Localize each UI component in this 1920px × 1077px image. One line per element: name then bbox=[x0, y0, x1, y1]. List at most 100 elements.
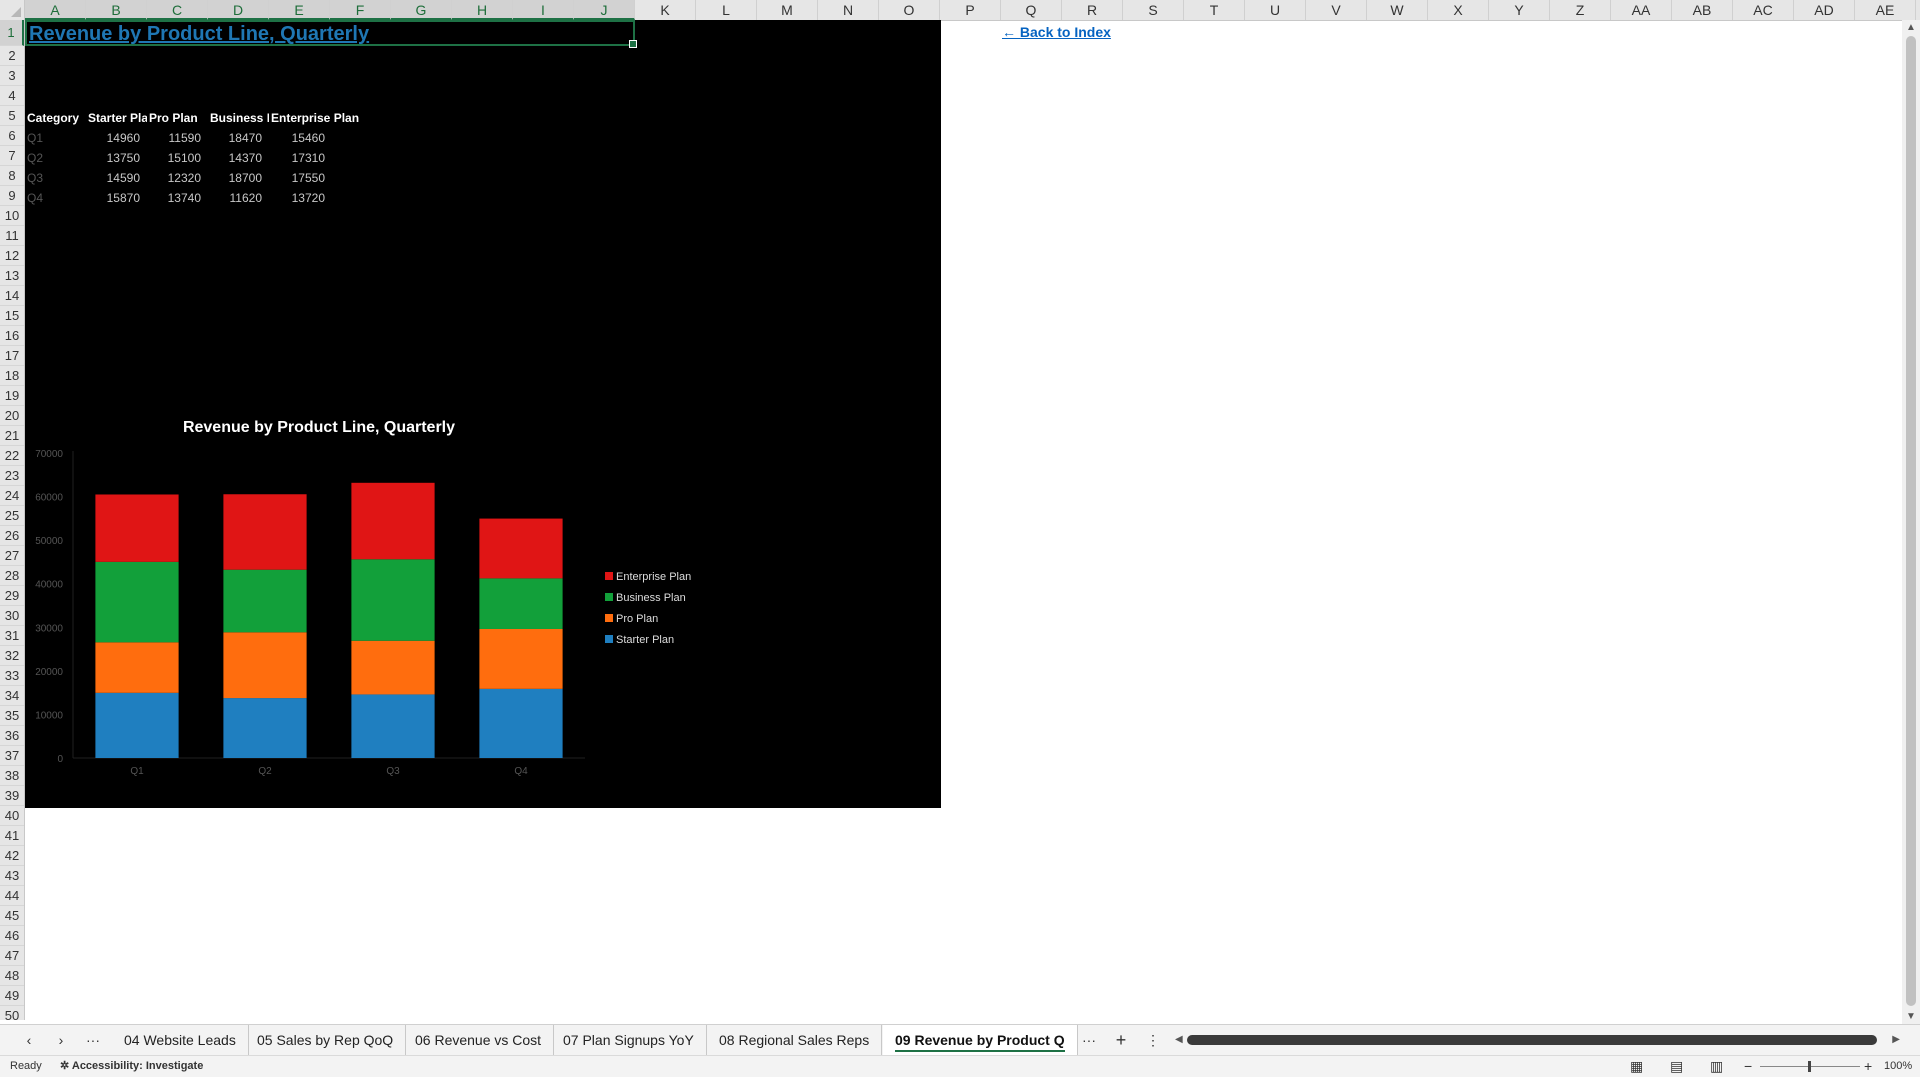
column-header[interactable]: Y bbox=[1489, 0, 1550, 20]
scroll-left-icon[interactable]: ◀ bbox=[1175, 1034, 1183, 1045]
column-header[interactable]: O bbox=[879, 0, 940, 20]
normal-view-icon[interactable]: ▦ bbox=[1630, 1056, 1643, 1077]
row-header[interactable]: 28 bbox=[0, 566, 24, 586]
column-header[interactable]: P bbox=[940, 0, 1001, 20]
row-header[interactable]: 15 bbox=[0, 306, 24, 326]
sheet-tab[interactable]: 04 Website Leads bbox=[112, 1025, 249, 1055]
select-all-corner[interactable] bbox=[0, 0, 25, 20]
row-header[interactable]: 20 bbox=[0, 406, 24, 426]
table-value-cell[interactable]: 13740 bbox=[147, 188, 201, 208]
selected-title-cell[interactable]: Revenue by Product Line, Quarterly bbox=[25, 20, 637, 48]
row-header[interactable]: 30 bbox=[0, 606, 24, 626]
column-header[interactable]: H bbox=[452, 0, 513, 20]
table-value-cell[interactable]: 14590 bbox=[86, 168, 140, 188]
row-header[interactable]: 46 bbox=[0, 926, 24, 946]
horizontal-scrollbar[interactable]: ◀ ▶ bbox=[1175, 1033, 1900, 1047]
row-header[interactable]: 8 bbox=[0, 166, 24, 186]
row-header[interactable]: 21 bbox=[0, 426, 24, 446]
column-header[interactable]: S bbox=[1123, 0, 1184, 20]
row-header[interactable]: 26 bbox=[0, 526, 24, 546]
scroll-up-icon[interactable]: ▲ bbox=[1906, 22, 1916, 33]
row-header[interactable]: 1 bbox=[0, 20, 24, 46]
row-header[interactable]: 50 bbox=[0, 1006, 24, 1020]
column-header[interactable]: F bbox=[330, 0, 391, 20]
column-header[interactable]: L bbox=[696, 0, 757, 20]
row-header[interactable]: 14 bbox=[0, 286, 24, 306]
column-header[interactable]: Z bbox=[1550, 0, 1611, 20]
row-header[interactable]: 34 bbox=[0, 686, 24, 706]
table-value-cell[interactable]: 14370 bbox=[208, 148, 262, 168]
row-header[interactable]: 9 bbox=[0, 186, 24, 206]
column-header[interactable]: AC bbox=[1733, 0, 1794, 20]
zoom-out-icon[interactable]: − bbox=[1744, 1056, 1752, 1077]
sheet-tab[interactable]: 07 Plan Signups YoY bbox=[551, 1025, 707, 1055]
column-header[interactable]: J bbox=[574, 0, 635, 20]
sheet-tab[interactable]: 06 Revenue vs Cost bbox=[403, 1025, 555, 1055]
page-break-icon[interactable]: ▥ bbox=[1710, 1056, 1723, 1077]
row-header[interactable]: 23 bbox=[0, 466, 24, 486]
table-value-cell[interactable]: 17550 bbox=[269, 168, 325, 188]
column-header[interactable]: AD bbox=[1794, 0, 1855, 20]
sheet-tab[interactable]: 09 Revenue by Product Q bbox=[883, 1025, 1078, 1055]
column-header[interactable]: W bbox=[1367, 0, 1428, 20]
row-header[interactable]: 42 bbox=[0, 846, 24, 866]
table-value-cell[interactable]: 18470 bbox=[208, 128, 262, 148]
add-sheet-button[interactable]: + bbox=[1108, 1025, 1134, 1055]
row-header[interactable]: 37 bbox=[0, 746, 24, 766]
next-sheet-icon[interactable]: › bbox=[48, 1025, 74, 1055]
column-header[interactable]: AE bbox=[1855, 0, 1916, 20]
row-header[interactable]: 49 bbox=[0, 986, 24, 1006]
row-header[interactable]: 35 bbox=[0, 706, 24, 726]
row-header[interactable]: 40 bbox=[0, 806, 24, 826]
table-value-cell[interactable]: 11590 bbox=[147, 128, 201, 148]
column-header[interactable]: X bbox=[1428, 0, 1489, 20]
column-header[interactable]: G bbox=[391, 0, 452, 20]
column-header[interactable]: V bbox=[1306, 0, 1367, 20]
row-header[interactable]: 29 bbox=[0, 586, 24, 606]
column-header[interactable]: R bbox=[1062, 0, 1123, 20]
row-header[interactable]: 48 bbox=[0, 966, 24, 986]
column-header[interactable]: AA bbox=[1611, 0, 1672, 20]
table-value-cell[interactable]: 17310 bbox=[269, 148, 325, 168]
zoom-slider-thumb[interactable] bbox=[1808, 1061, 1811, 1072]
more-sheets-right-icon[interactable]: ··· bbox=[1076, 1025, 1102, 1055]
row-header[interactable]: 7 bbox=[0, 146, 24, 166]
horizontal-scroll-thumb[interactable] bbox=[1187, 1035, 1877, 1045]
table-category-cell[interactable]: Q4 bbox=[27, 188, 82, 208]
row-header[interactable]: 12 bbox=[0, 246, 24, 266]
vertical-scroll-thumb[interactable] bbox=[1906, 36, 1916, 1006]
column-header[interactable]: AB bbox=[1672, 0, 1733, 20]
zoom-in-icon[interactable]: + bbox=[1864, 1056, 1872, 1077]
row-header[interactable]: 2 bbox=[0, 46, 24, 66]
row-header[interactable]: 38 bbox=[0, 766, 24, 786]
row-header[interactable]: 36 bbox=[0, 726, 24, 746]
row-header[interactable]: 31 bbox=[0, 626, 24, 646]
fill-handle[interactable] bbox=[629, 40, 637, 48]
table-header-cell[interactable]: Business Plan bbox=[210, 108, 269, 128]
row-header[interactable]: 16 bbox=[0, 326, 24, 346]
row-header[interactable]: 24 bbox=[0, 486, 24, 506]
row-header[interactable]: 39 bbox=[0, 786, 24, 806]
table-value-cell[interactable]: 11620 bbox=[208, 188, 262, 208]
column-header[interactable]: T bbox=[1184, 0, 1245, 20]
more-sheets-left-icon[interactable]: ··· bbox=[80, 1025, 106, 1055]
table-category-cell[interactable]: Q2 bbox=[27, 148, 82, 168]
column-header[interactable]: E bbox=[269, 0, 330, 20]
sheet-tab[interactable]: 08 Regional Sales Reps bbox=[707, 1025, 883, 1055]
column-header[interactable]: B bbox=[86, 0, 147, 20]
sheet-options-icon[interactable]: ⋮ bbox=[1140, 1025, 1166, 1055]
table-header-cell[interactable]: Pro Plan bbox=[149, 108, 208, 128]
table-value-cell[interactable]: 15100 bbox=[147, 148, 201, 168]
row-header[interactable]: 43 bbox=[0, 866, 24, 886]
column-header[interactable]: A bbox=[25, 0, 86, 20]
row-header[interactable]: 33 bbox=[0, 666, 24, 686]
table-header-cell[interactable]: Starter Plan bbox=[88, 108, 147, 128]
row-header[interactable]: 22 bbox=[0, 446, 24, 466]
sheet-tab[interactable]: 05 Sales by Rep QoQ bbox=[245, 1025, 407, 1055]
table-value-cell[interactable]: 12320 bbox=[147, 168, 201, 188]
column-header[interactable]: N bbox=[818, 0, 879, 20]
row-header[interactable]: 13 bbox=[0, 266, 24, 286]
column-header[interactable]: C bbox=[147, 0, 208, 20]
table-value-cell[interactable]: 13720 bbox=[269, 188, 325, 208]
row-header[interactable]: 5 bbox=[0, 106, 24, 126]
